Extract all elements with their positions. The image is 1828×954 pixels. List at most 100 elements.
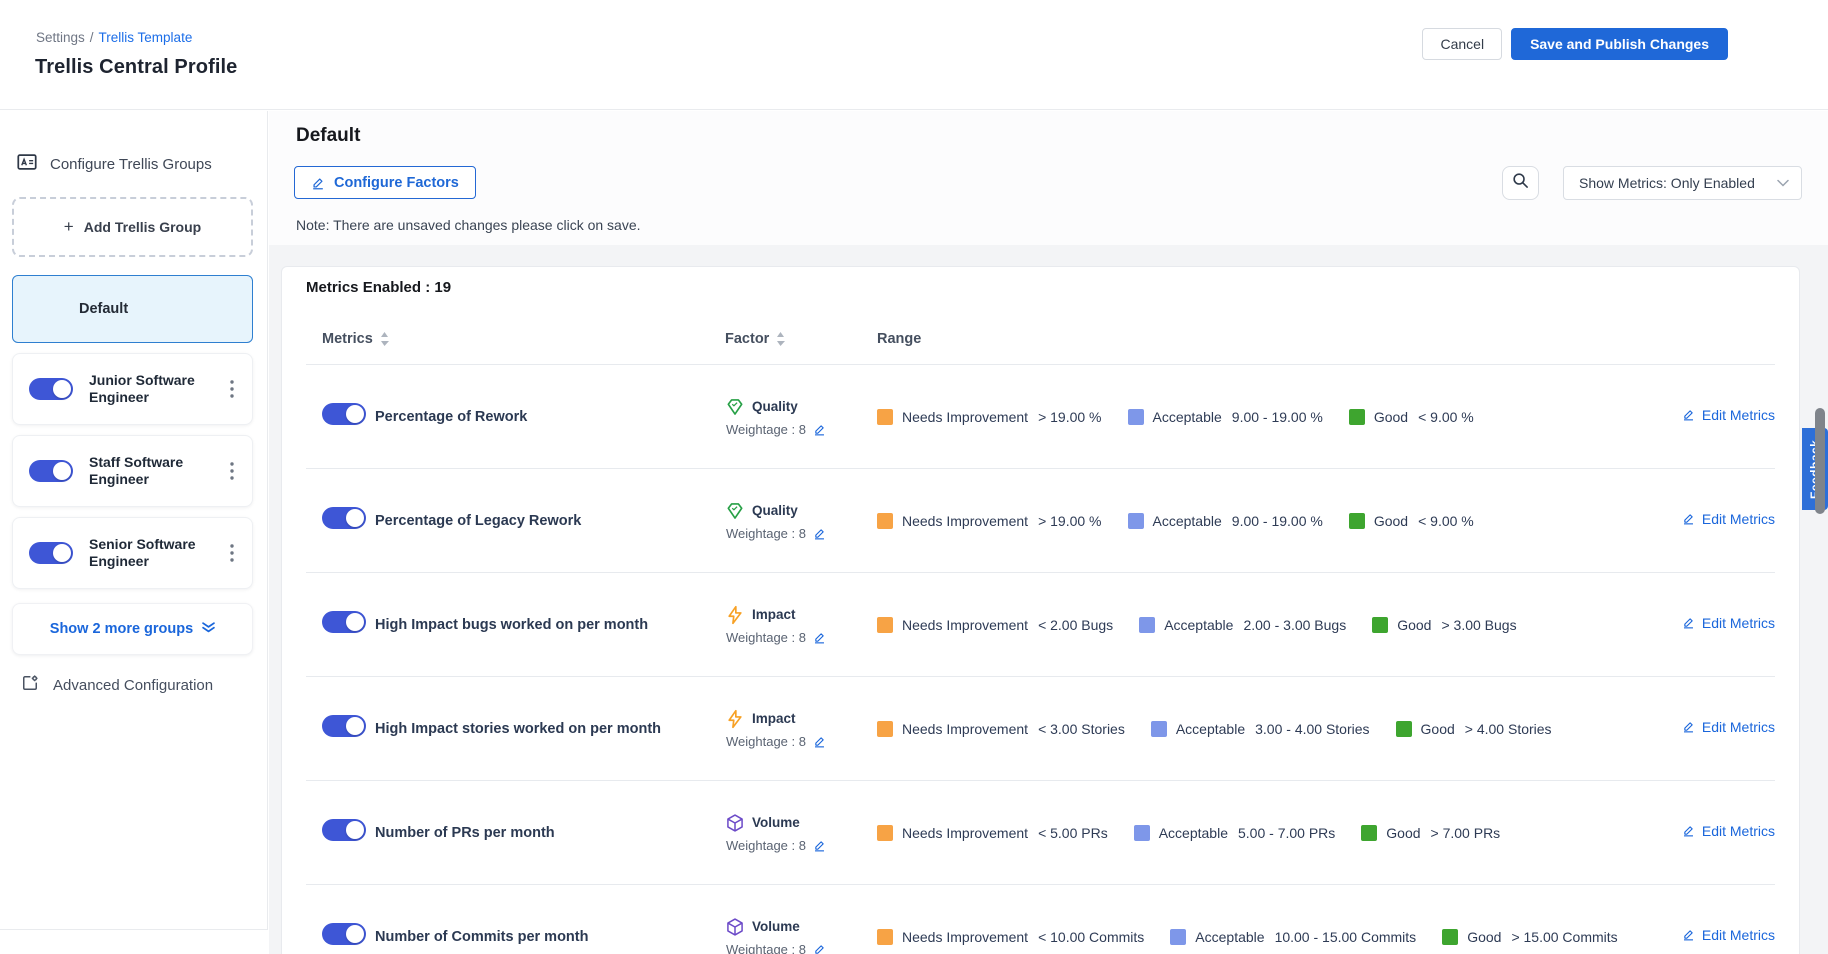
- trellis-group-card[interactable]: Senior Software Engineer: [12, 517, 253, 589]
- add-trellis-group-button[interactable]: + Add Trellis Group: [12, 197, 253, 257]
- range-value: < 5.00 PRs: [1038, 825, 1108, 841]
- range-label: Acceptable: [1153, 409, 1222, 425]
- range-label: Acceptable: [1153, 513, 1222, 529]
- metric-toggle[interactable]: [322, 819, 366, 841]
- show-more-groups-label: Show 2 more groups: [50, 621, 193, 637]
- group-toggle[interactable]: [29, 378, 73, 400]
- range-value: 9.00 - 19.00 %: [1232, 513, 1323, 529]
- factor-name: Quality: [752, 503, 798, 518]
- sort-icon: [776, 332, 785, 346]
- metric-toggle[interactable]: [322, 923, 366, 945]
- pencil-icon: [1682, 616, 1695, 629]
- show-metrics-filter-value: Show Metrics: Only Enabled: [1579, 175, 1777, 191]
- metric-toggle[interactable]: [322, 715, 366, 737]
- kebab-menu-icon[interactable]: [222, 542, 242, 564]
- group-toggle[interactable]: [29, 542, 73, 564]
- range-swatch: [1442, 929, 1458, 945]
- group-card-default[interactable]: Default: [12, 275, 253, 343]
- range-label: Acceptable: [1164, 617, 1233, 633]
- search-icon: [1512, 172, 1529, 194]
- range-label: Acceptable: [1159, 825, 1228, 841]
- metric-row: High Impact stories worked on per month …: [306, 676, 1775, 780]
- range-value: > 7.00 PRs: [1431, 825, 1501, 841]
- plus-icon: +: [64, 217, 74, 237]
- edit-weightage-pencil-icon[interactable]: [813, 631, 826, 644]
- pencil-icon: [1682, 512, 1695, 525]
- metric-toggle[interactable]: [322, 611, 366, 633]
- range-acceptable: Acceptable10.00 - 15.00 Commits: [1170, 929, 1416, 945]
- range-label: Needs Improvement: [902, 929, 1028, 945]
- search-button[interactable]: [1502, 166, 1539, 200]
- edit-metrics-link[interactable]: Edit Metrics: [1682, 823, 1775, 839]
- pencil-icon: [1682, 408, 1695, 421]
- range-acceptable: Acceptable9.00 - 19.00 %: [1128, 409, 1323, 425]
- edit-weightage-pencil-icon[interactable]: [813, 943, 826, 954]
- cancel-button[interactable]: Cancel: [1422, 28, 1502, 60]
- edit-metrics-label: Edit Metrics: [1702, 823, 1775, 839]
- configure-factors-button[interactable]: Configure Factors: [294, 166, 476, 199]
- edit-weightage-pencil-icon[interactable]: [813, 839, 826, 852]
- range-label: Good: [1374, 409, 1408, 425]
- range-swatch: [1128, 409, 1144, 425]
- range-needs_improvement: Needs Improvement> 19.00 %: [877, 409, 1102, 425]
- breadcrumb: Settings/Trellis Template: [36, 30, 192, 45]
- impact-icon: [725, 709, 745, 729]
- show-metrics-filter-dropdown[interactable]: Show Metrics: Only Enabled: [1563, 166, 1802, 200]
- range-value: > 19.00 %: [1038, 513, 1101, 529]
- weightage-text: Weightage : 8: [726, 734, 806, 749]
- range-swatch: [1372, 617, 1388, 633]
- edit-weightage-pencil-icon[interactable]: [813, 735, 826, 748]
- save-and-publish-button[interactable]: Save and Publish Changes: [1511, 28, 1728, 60]
- advanced-configuration-label: Advanced Configuration: [53, 677, 213, 694]
- range-cell: Needs Improvement> 19.00 % Acceptable9.00…: [877, 409, 1645, 425]
- range-needs_improvement: Needs Improvement< 2.00 Bugs: [877, 617, 1113, 633]
- range-label: Needs Improvement: [902, 721, 1028, 737]
- metric-toggle[interactable]: [322, 507, 366, 529]
- metric-name: Percentage of Rework: [375, 409, 725, 425]
- range-acceptable: Acceptable5.00 - 7.00 PRs: [1134, 825, 1336, 841]
- edit-metrics-link[interactable]: Edit Metrics: [1682, 719, 1775, 735]
- configure-trellis-groups-label: Configure Trellis Groups: [50, 156, 212, 173]
- page: Settings/Trellis Template Trellis Centra…: [0, 0, 1828, 954]
- trellis-group-card[interactable]: Staff Software Engineer: [12, 435, 253, 507]
- range-needs_improvement: Needs Improvement> 19.00 %: [877, 513, 1102, 529]
- range-value: > 4.00 Stories: [1465, 721, 1552, 737]
- metrics-enabled-count: Metrics Enabled : 19: [306, 267, 1775, 296]
- range-swatch: [1396, 721, 1412, 737]
- kebab-menu-icon[interactable]: [222, 460, 242, 482]
- edit-weightage-pencil-icon[interactable]: [813, 527, 826, 540]
- edit-metrics-link[interactable]: Edit Metrics: [1682, 407, 1775, 423]
- column-header-metrics[interactable]: Metrics: [322, 331, 725, 347]
- quality-icon: [725, 501, 745, 521]
- column-header-factor[interactable]: Factor: [725, 331, 877, 347]
- range-value: < 2.00 Bugs: [1038, 617, 1113, 633]
- edit-metrics-link[interactable]: Edit Metrics: [1682, 615, 1775, 631]
- metric-toggle[interactable]: [322, 403, 366, 425]
- factor-name: Volume: [752, 919, 800, 934]
- scrollbar-thumb[interactable]: [1815, 408, 1825, 514]
- breadcrumb-settings[interactable]: Settings: [36, 30, 85, 45]
- range-good: Good> 4.00 Stories: [1396, 721, 1552, 737]
- page-title: Trellis Central Profile: [35, 56, 237, 79]
- trellis-group-card[interactable]: Junior Software Engineer: [12, 353, 253, 425]
- range-swatch: [1361, 825, 1377, 841]
- range-swatch: [877, 617, 893, 633]
- range-value: 10.00 - 15.00 Commits: [1275, 929, 1417, 945]
- edit-metrics-link[interactable]: Edit Metrics: [1682, 927, 1775, 943]
- kebab-menu-icon[interactable]: [222, 378, 242, 400]
- edit-metrics-link[interactable]: Edit Metrics: [1682, 511, 1775, 527]
- range-value: < 9.00 %: [1418, 513, 1474, 529]
- range-needs_improvement: Needs Improvement< 3.00 Stories: [877, 721, 1125, 737]
- advanced-configuration-button[interactable]: Advanced Configuration: [12, 673, 253, 697]
- factor-name: Quality: [752, 399, 798, 414]
- metric-row: Number of Commits per month Volume Weigh…: [306, 884, 1775, 954]
- edit-weightage-pencil-icon[interactable]: [813, 423, 826, 436]
- range-swatch: [877, 513, 893, 529]
- breadcrumb-trellis-template[interactable]: Trellis Template: [99, 30, 193, 45]
- range-swatch: [877, 929, 893, 945]
- group-toggle[interactable]: [29, 460, 73, 482]
- edit-metrics-label: Edit Metrics: [1702, 615, 1775, 631]
- show-more-groups-button[interactable]: Show 2 more groups: [12, 603, 253, 655]
- range-value: > 3.00 Bugs: [1441, 617, 1516, 633]
- metrics-column-label: Metrics: [322, 331, 373, 347]
